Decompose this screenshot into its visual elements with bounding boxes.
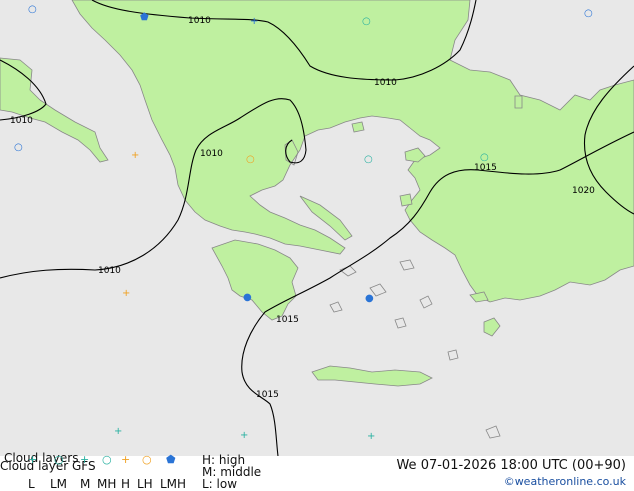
credit-link[interactable]: ©weatheronline.co.uk (504, 476, 626, 488)
cloud-symbol-mid: ○ (480, 152, 489, 163)
isobar-label: 1010 (200, 149, 223, 159)
key-symbol-m: + (80, 453, 90, 466)
cloud-symbol-mid: ○ (364, 154, 373, 165)
map-frame: 1010 1010 1010 1010 1010 1015 1015 1015 … (0, 0, 634, 490)
isobar-label: 1015 (256, 390, 279, 400)
key-label-lmh: LMH (160, 477, 187, 491)
key-symbol-lm: ○ (54, 453, 64, 466)
forecast-datetime: We 07-01-2026 18:00 UTC (00+90) (396, 458, 626, 473)
key-label-lh: LH (137, 477, 153, 491)
isobar-label: 1015 (474, 163, 497, 173)
legend-bar: Cloud layers Cloud layer GFS + ○ + ○ + ○… (0, 452, 634, 491)
isobar-label: 1010 (374, 78, 397, 88)
key-symbol-lmh: ⬟ (166, 453, 176, 466)
isobar-label: 1020 (572, 186, 595, 196)
cloud-symbol-low: + (122, 288, 130, 299)
land-chios (399, 193, 413, 207)
key-symbol-l: + (28, 453, 38, 466)
cloud-symbol-mid: ○ (362, 16, 371, 27)
cloud-symbol-lmh: ● (365, 293, 374, 304)
isobar-label: 1010 (10, 116, 33, 126)
isobar-label: 1010 (98, 266, 121, 276)
key-symbol-lh: ○ (142, 453, 152, 466)
cloud-symbol-high: ⬟ (140, 12, 149, 23)
cloud-symbol-lmh: ● (243, 292, 252, 303)
key-symbol-h: + (121, 453, 131, 466)
key-label-l: L (28, 477, 35, 491)
key-symbol-mh: ○ (102, 453, 112, 466)
cloud-symbol-low: + (131, 150, 139, 161)
cloud-symbol-mid: ○ (28, 4, 37, 15)
cloud-symbol-mid: ○ (584, 8, 593, 19)
cloud-symbol-l: + (114, 426, 122, 437)
key-label-lm: LM (50, 477, 68, 491)
key-label-m: M (80, 477, 91, 491)
isobar-label: 1010 (188, 16, 211, 26)
level-low: L: low (202, 477, 238, 491)
cloud-symbol-l: + (367, 431, 375, 442)
cloud-symbol-lh: ○ (246, 154, 255, 165)
cloud-symbol-mid: ○ (14, 142, 23, 153)
land-thasos (351, 121, 365, 133)
isobar-label: 1015 (276, 315, 299, 325)
key-label-h: H (121, 477, 131, 491)
cloud-symbol-l: + (240, 430, 248, 441)
key-label-mh: MH (97, 477, 117, 491)
weather-map[interactable]: 1010 1010 1010 1010 1010 1015 1015 1015 … (0, 0, 634, 456)
cloud-symbol-low-plus: + (250, 16, 258, 27)
